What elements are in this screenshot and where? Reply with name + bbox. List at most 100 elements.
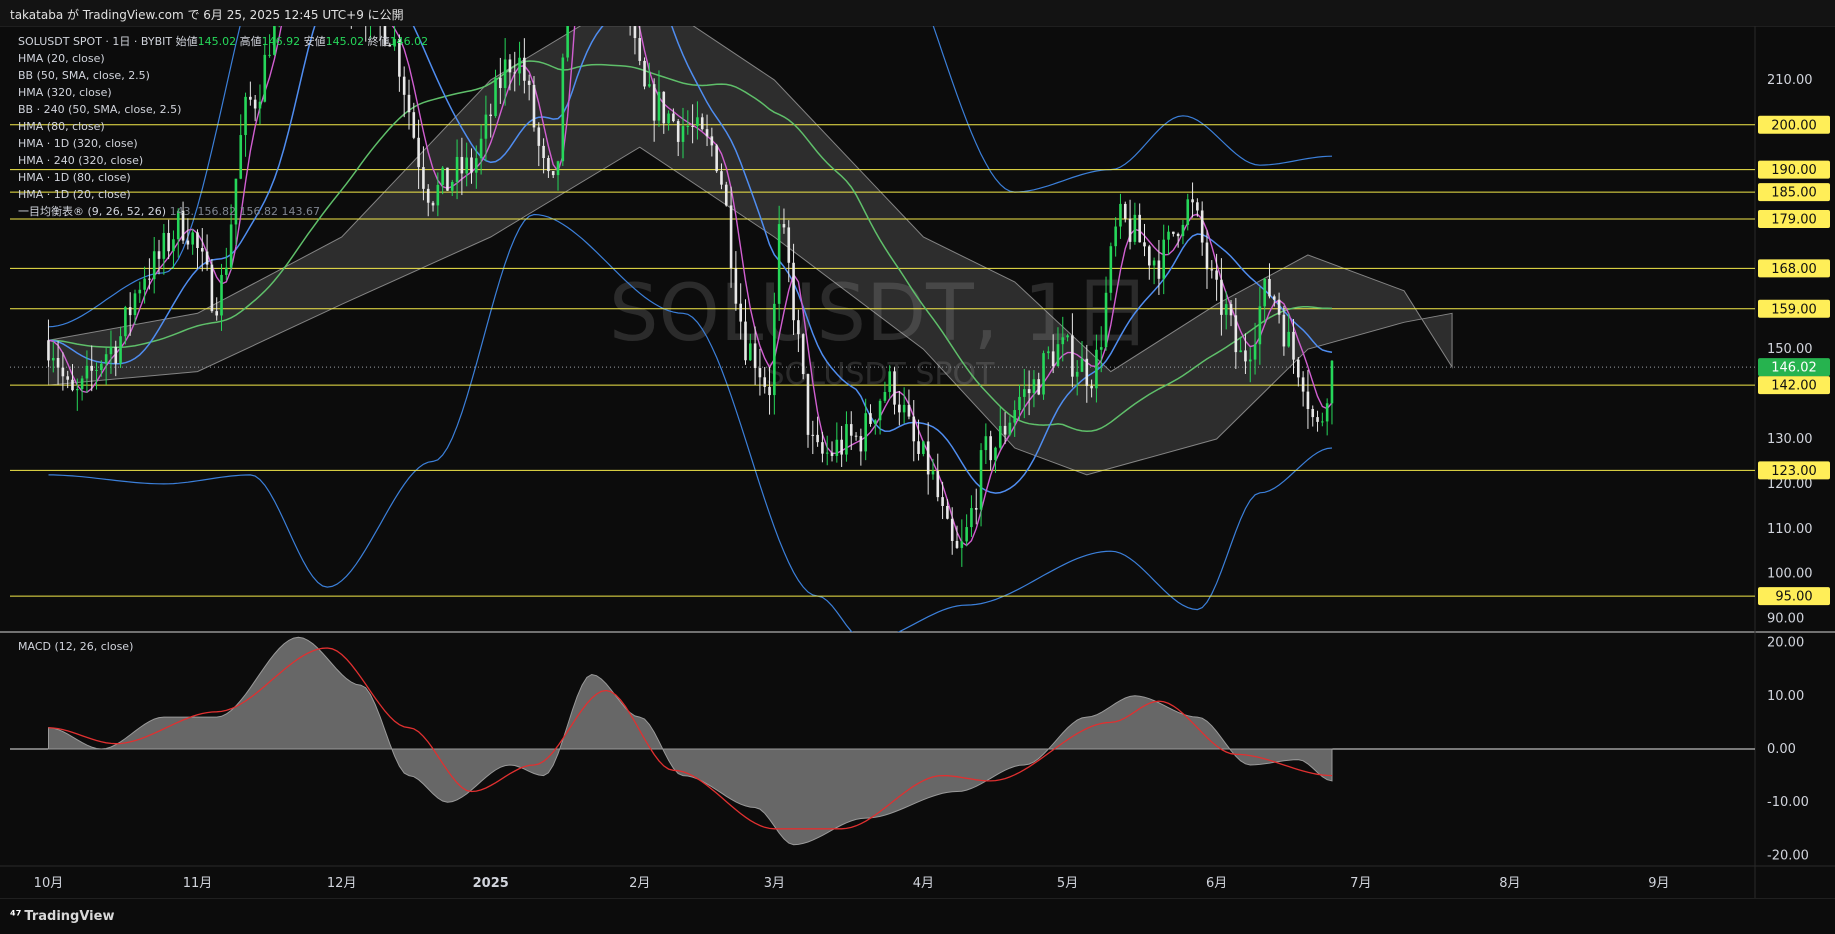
candle-body [1061, 337, 1064, 344]
candle-body [441, 168, 444, 185]
time-tick-label: 7月 [1350, 876, 1371, 891]
indicator-hma-240-320[interactable]: HMA · 240 (320, close) [18, 152, 428, 169]
candle-body [840, 440, 843, 455]
indicator-bb-50[interactable]: BB (50, SMA, close, 2.5) [18, 67, 428, 84]
candle-body [66, 376, 69, 379]
candle-body [749, 343, 752, 360]
candle-body [821, 442, 824, 453]
candle-body [1196, 202, 1199, 210]
candle-body [1254, 344, 1257, 359]
indicator-hma-1d-320[interactable]: HMA · 1D (320, close) [18, 135, 428, 152]
candle-body [542, 146, 545, 158]
candle-body [768, 387, 771, 395]
level-tag-label: 159.00 [1771, 302, 1817, 317]
candle-body [1004, 426, 1007, 435]
candle-body [432, 203, 435, 206]
tradingview-logo[interactable]: ⁴⁷TradingView [10, 909, 114, 924]
candle-body [922, 441, 925, 454]
candle-body [1162, 240, 1165, 279]
macd-legend[interactable]: MACD (12, 26, close) [18, 640, 133, 653]
candle-body [836, 440, 839, 456]
candle-body [860, 436, 863, 451]
candle-body [648, 84, 651, 86]
candle-body [1158, 260, 1161, 278]
candle-body [552, 171, 555, 175]
candle-body [763, 377, 766, 387]
indicator-hma-80[interactable]: HMA (80, close) [18, 118, 428, 135]
candle-body [970, 508, 973, 527]
candle-body [138, 290, 141, 294]
indicator-hma-320[interactable]: HMA (320, close) [18, 84, 428, 101]
candle-body [1090, 386, 1093, 388]
candle-body [1009, 423, 1012, 435]
indicator-hma-1d-80[interactable]: HMA · 1D (80, close) [18, 169, 428, 186]
indicator-hma-20[interactable]: HMA (20, close) [18, 50, 428, 67]
ichimoku-values: 143. 156.82 156.82 143.67 [170, 205, 320, 218]
candle-body [720, 171, 723, 184]
candle-body [369, 0, 372, 23]
candle-body [1177, 234, 1180, 236]
time-tick-label: 4月 [913, 876, 934, 891]
indicator-hma-1d-20[interactable]: HMA · 1D (20, close) [18, 186, 428, 203]
candle-body [134, 293, 137, 315]
candle-body [158, 251, 161, 259]
candle-body [1066, 335, 1069, 337]
price-tick-label: 100.00 [1767, 567, 1813, 582]
candle-body [946, 506, 949, 519]
time-tick-label: 11月 [183, 876, 213, 891]
candle-body [985, 436, 988, 450]
candle-body [1287, 332, 1290, 347]
macd-tick-label: 0.00 [1767, 742, 1796, 757]
time-tick-label: 2月 [629, 876, 650, 891]
candle-body [437, 185, 440, 205]
candle-body [1201, 210, 1204, 242]
candle-body [71, 380, 74, 390]
candle-body [557, 161, 560, 175]
candle-body [783, 224, 786, 227]
candle-body [201, 248, 204, 252]
open-label: 始値 [176, 35, 198, 48]
candle-body [1148, 246, 1151, 265]
candle-body [850, 424, 853, 436]
candle-body [1326, 403, 1329, 421]
candle-body [932, 471, 935, 474]
candle-body [1119, 204, 1122, 227]
candle-body [1215, 270, 1218, 279]
candle-body [461, 157, 464, 173]
candle-body [682, 126, 685, 142]
candle-body [562, 58, 565, 162]
level-tag-label: 142.00 [1771, 379, 1817, 394]
candle-body [864, 413, 867, 451]
candle-body [1206, 243, 1209, 270]
level-tag-label: 190.00 [1771, 163, 1817, 178]
candle-body [1047, 351, 1050, 353]
low-value: 145.02 [326, 35, 365, 48]
candle-body [465, 157, 468, 173]
indicator-bb-240[interactable]: BB · 240 (50, SMA, close, 2.5) [18, 101, 428, 118]
candle-body [855, 436, 858, 437]
candle-body [1114, 227, 1117, 247]
candle-body [1316, 417, 1319, 422]
price-tick-label: 130.00 [1767, 432, 1813, 447]
candle-body [504, 59, 507, 88]
candle-body [528, 81, 531, 85]
candle-body [1220, 280, 1223, 315]
candle-body [1105, 293, 1108, 347]
candle-body [1230, 304, 1233, 315]
candle-body [509, 59, 512, 72]
candle-body [451, 182, 454, 191]
candle-body [754, 343, 757, 368]
candle-body [90, 366, 93, 371]
candle-body [927, 441, 930, 474]
candle-body [547, 158, 550, 171]
candle-body [1244, 350, 1247, 361]
candle-body [1037, 379, 1040, 394]
candle-body [230, 224, 233, 267]
candle-body [1143, 242, 1146, 246]
candle-body [518, 58, 521, 74]
level-tag-label: 168.00 [1771, 262, 1817, 277]
macd-histogram-area [49, 637, 1333, 844]
time-tick-label: 12月 [327, 876, 357, 891]
indicator-ichimoku[interactable]: 一目均衡表® (9, 26, 52, 26) 143. 156.82 156.8… [18, 203, 428, 220]
candle-body [163, 233, 166, 259]
